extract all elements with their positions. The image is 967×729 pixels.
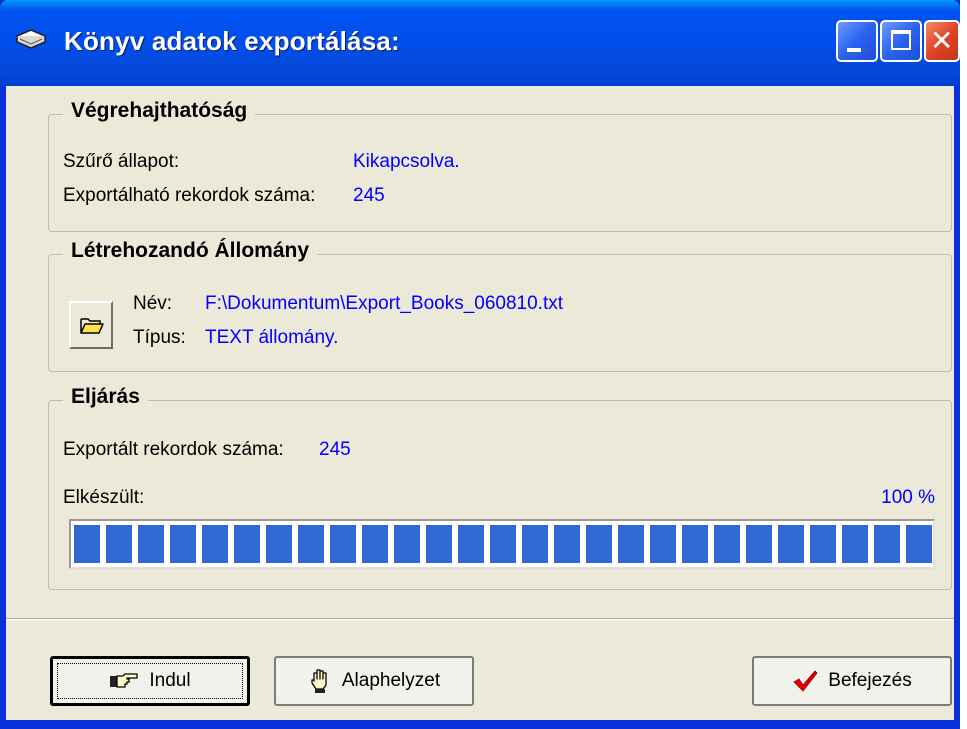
progress-segment [874, 525, 900, 563]
progress-segment [106, 525, 132, 563]
minimize-icon [847, 48, 861, 52]
executability-group: Végrehajthatóság Szűrő állapot: Kikapcso… [48, 99, 952, 232]
progress-segment [682, 525, 708, 563]
focus-rectangle [57, 663, 243, 699]
progress-segment [74, 525, 100, 563]
export-dialog-window: Könyv adatok exportálása: ✕ Végrehajthat… [0, 0, 960, 729]
raised-hand-icon [311, 669, 327, 693]
progress-segment [522, 525, 548, 563]
file-type-label: Típus: [133, 327, 186, 348]
progress-segment [650, 525, 676, 563]
progress-segment [810, 525, 836, 563]
completed-label: Elkészült: [63, 487, 145, 508]
progress-segment [746, 525, 772, 563]
export-progress-bar [69, 519, 935, 569]
progress-segment [842, 525, 868, 563]
procedure-title: Eljárás [63, 385, 148, 409]
file-name-label: Név: [133, 293, 173, 314]
close-button[interactable]: ✕ [924, 20, 960, 62]
checkmark-icon [793, 670, 818, 692]
window-title: Könyv adatok exportálása: [64, 26, 400, 56]
reset-button-label: Alaphelyzet [341, 670, 441, 691]
progress-segment [554, 525, 580, 563]
start-button[interactable]: Indul [50, 656, 250, 706]
progress-segment [490, 525, 516, 563]
exported-records-label: Exportált rekordok száma: [63, 439, 284, 460]
progress-segment [714, 525, 740, 563]
executability-title: Végrehajthatóság [63, 99, 256, 123]
progress-segment [234, 525, 260, 563]
progress-segment [170, 525, 196, 563]
progress-segment [906, 525, 932, 563]
output-file-group: Létrehozandó Állomány Név: F:\Dokumentum… [48, 239, 952, 372]
finish-button[interactable]: Befejezés [752, 656, 952, 706]
maximize-icon [891, 30, 911, 50]
progress-segment [202, 525, 228, 563]
progress-segment [394, 525, 420, 563]
progress-segment [330, 525, 356, 563]
progress-segment [778, 525, 804, 563]
button-separator [6, 618, 954, 620]
filter-status-label: Szűrő állapot: [63, 151, 180, 172]
progress-segment [586, 525, 612, 563]
progress-segment [618, 525, 644, 563]
file-type-value: TEXT állomány. [205, 327, 339, 348]
exported-records-value: 245 [319, 439, 351, 460]
browse-file-button[interactable] [69, 301, 113, 349]
progress-segment [298, 525, 324, 563]
maximize-button[interactable] [880, 20, 922, 62]
exportable-records-value: 245 [353, 185, 385, 206]
progress-segment [426, 525, 452, 563]
progress-segment [458, 525, 484, 563]
exportable-records-label: Exportálható rekordok száma: [63, 185, 316, 206]
window-bottom-border [0, 720, 960, 729]
finish-button-label: Befejezés [828, 670, 912, 691]
reset-button[interactable]: Alaphelyzet [274, 656, 474, 706]
output-file-title: Létrehozandó Állomány [63, 239, 318, 263]
procedure-group: Eljárás Exportált rekordok száma: 245 El… [48, 385, 952, 590]
completed-percent: 100 % [881, 487, 935, 508]
title-bar[interactable]: Könyv adatok exportálása: ✕ [0, 0, 960, 86]
folder-open-icon [80, 318, 104, 334]
progress-segment [138, 525, 164, 563]
progress-segment [362, 525, 388, 563]
close-icon: ✕ [930, 24, 954, 57]
filter-status-value: Kikapcsolva. [353, 151, 460, 172]
file-name-value: F:\Dokumentum\Export_Books_060810.txt [205, 293, 564, 314]
minimize-button[interactable] [836, 20, 878, 62]
book-icon [14, 26, 48, 54]
progress-segment [266, 525, 292, 563]
